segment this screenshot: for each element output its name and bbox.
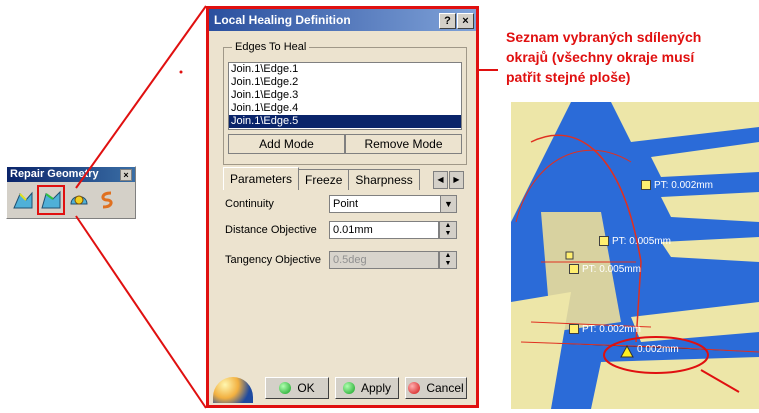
distance-objective-input[interactable]: 0.01mm xyxy=(329,221,439,239)
add-mode-button[interactable]: Add Mode xyxy=(228,134,345,154)
apply-button[interactable]: Apply xyxy=(335,377,399,399)
cancel-label: Cancel xyxy=(426,381,464,395)
list-item[interactable]: Join.1\Edge.3 xyxy=(229,89,461,102)
warning-label: 0.002mm xyxy=(637,344,679,355)
disassemble-icon[interactable] xyxy=(95,187,119,213)
apply-icon xyxy=(342,382,355,394)
tangency-objective-input: 0.5deg xyxy=(329,251,439,269)
tab-scroll-right-icon[interactable]: ▶ xyxy=(449,171,464,189)
local-healing-dialog: Local Healing Definition ? × Edges To He… xyxy=(206,6,479,408)
surface-render xyxy=(511,102,759,409)
annotation-line: patřit stejné ploše) xyxy=(506,69,631,85)
dialog-footer: OK Apply Cancel xyxy=(209,371,476,405)
apply-label: Apply xyxy=(360,381,392,395)
tab-bar: Parameters Freeze Sharpness xyxy=(223,167,420,191)
toolbar-title: Repair Geometry × xyxy=(7,167,135,182)
chevron-down-icon[interactable]: ▼ xyxy=(440,196,456,212)
local-healing-icon[interactable] xyxy=(37,185,65,215)
pt-label: PT: 0.002mm xyxy=(569,324,641,335)
annotation-line: okrajů (všechny okraje musí xyxy=(506,49,695,65)
tab-sharpness[interactable]: Sharpness xyxy=(348,169,420,190)
ok-label: OK xyxy=(297,381,315,395)
toolbar-title-text: Repair Geometry xyxy=(10,168,99,180)
catia-logo-icon xyxy=(213,377,253,403)
edges-list[interactable]: Join.1\Edge.1 Join.1\Edge.2 Join.1\Edge.… xyxy=(228,62,462,130)
continuity-value: Point xyxy=(333,198,359,210)
list-item[interactable]: Join.1\Edge.2 xyxy=(229,76,461,89)
list-item-selected[interactable]: Join.1\Edge.5 xyxy=(229,115,461,128)
edges-to-heal-label: Edges To Heal xyxy=(232,41,310,53)
list-item[interactable]: Join.1\Edge.1 xyxy=(229,63,461,76)
help-button[interactable]: ? xyxy=(439,13,456,29)
pt-label: PT: 0.002mm xyxy=(641,180,713,191)
pt-label: PT: 0.005mm xyxy=(569,264,641,275)
cancel-icon xyxy=(408,382,421,394)
continuity-select[interactable]: Point ▼ xyxy=(329,195,457,213)
pt-label: PT: 0.005mm xyxy=(599,236,671,247)
cancel-button[interactable]: Cancel xyxy=(405,377,467,399)
tangency-spinner-icon: ▲ ▼ xyxy=(439,251,457,269)
repair-geometry-toolbar: Repair Geometry × xyxy=(6,166,136,219)
list-item[interactable]: Join.1\Edge.4 xyxy=(229,102,461,115)
ok-button[interactable]: OK xyxy=(265,377,329,399)
dialog-title: Local Healing Definition xyxy=(214,13,351,27)
tab-parameters[interactable]: Parameters xyxy=(223,167,300,190)
dialog-title-bar: Local Healing Definition ? × xyxy=(209,9,476,31)
tangency-objective-label: Tangency Objective xyxy=(225,254,321,266)
dialog-close-button[interactable]: × xyxy=(457,13,474,29)
continuity-label: Continuity xyxy=(225,198,274,210)
annotation-line: Seznam vybraných sdílených xyxy=(506,29,702,45)
join-surfaces-icon[interactable] xyxy=(11,187,35,213)
tab-freeze[interactable]: Freeze xyxy=(298,169,350,190)
ok-icon xyxy=(279,382,292,394)
untrim-icon[interactable] xyxy=(67,187,91,213)
distance-spinner-icon[interactable]: ▲ ▼ xyxy=(439,221,457,239)
toolbar-close-button[interactable]: × xyxy=(120,169,132,181)
distance-objective-label: Distance Objective xyxy=(225,224,317,236)
remove-mode-button[interactable]: Remove Mode xyxy=(345,134,462,154)
tab-scroll-left-icon[interactable]: ◀ xyxy=(433,171,448,189)
edges-to-heal-group: Edges To Heal Join.1\Edge.1 Join.1\Edge.… xyxy=(223,41,467,165)
3d-view[interactable]: PT: 0.002mm PT: 0.005mm PT: 0.005mm PT: … xyxy=(511,102,759,409)
annotation-text: Seznam vybraných sdílených okrajů (všech… xyxy=(506,27,756,87)
